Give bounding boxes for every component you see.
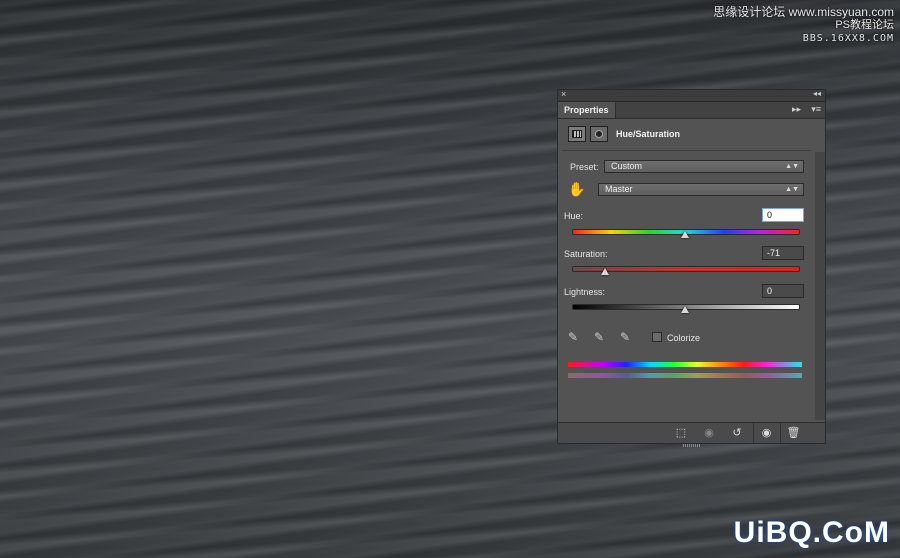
adjustment-layer-icon[interactable] [568, 126, 586, 142]
properties-panel: × ◂◂ Properties ▸▸ ▾≡ Hue/Saturation Pre… [557, 89, 826, 447]
hue-label: Hue: [564, 211, 584, 221]
adjustment-header: Hue/Saturation [568, 126, 818, 146]
lightness-label: Lightness: [564, 287, 606, 297]
channel-select[interactable]: Master ▲▼ [598, 183, 804, 196]
expand-panels-icon[interactable]: ▸▸ [792, 104, 801, 115]
hue-input[interactable]: 0 [762, 208, 804, 222]
panel-scrollbar[interactable] [815, 152, 825, 420]
view-previous-state-icon[interactable]: ◉ [696, 423, 722, 443]
eyedropper-plus-icon[interactable]: ✎ [594, 330, 604, 344]
mask-icon[interactable] [590, 126, 608, 142]
updown-arrow-icon: ▲▼ [785, 163, 799, 170]
input-color-bar [568, 362, 802, 367]
colorize-checkbox[interactable] [652, 332, 662, 342]
trash-icon[interactable]: 🗑 [780, 423, 806, 443]
targeted-adjustment-hand-icon[interactable]: ✋ [568, 181, 585, 198]
clip-to-layer-icon[interactable]: ⬚ [668, 423, 694, 443]
lightness-slider-thumb[interactable] [681, 306, 689, 313]
output-color-bar [568, 373, 802, 378]
eyedropper-icon[interactable]: ✎ [568, 330, 578, 344]
panel-bottom-toolbar: ⬚ ◉ ↺ ◉ 🗑 [558, 422, 825, 447]
adjustment-title: Hue/Saturation [616, 129, 681, 139]
visibility-eye-icon[interactable]: ◉ [753, 423, 779, 443]
close-icon[interactable]: × [561, 89, 566, 99]
lightness-input[interactable]: 0 [762, 284, 804, 298]
preset-value: Custom [611, 161, 643, 171]
panel-titlebar: × ◂◂ [558, 89, 825, 102]
updown-arrow-icon: ▲▼ [785, 186, 799, 193]
eyedropper-minus-icon[interactable]: ✎ [620, 330, 630, 344]
header-divider [562, 150, 811, 151]
reset-icon[interactable]: ↺ [724, 423, 750, 443]
collapse-icon[interactable]: ◂◂ [813, 89, 821, 98]
saturation-label: Saturation: [564, 249, 608, 259]
watermark-line3: BBS.16XX8.COM [802, 33, 894, 44]
watermark-top: 思缘设计论坛 www.missyuan.com PS教程论坛 BBS.16XX8… [713, 6, 894, 45]
preset-select[interactable]: Custom ▲▼ [604, 160, 804, 173]
hue-slider-thumb[interactable] [681, 231, 689, 238]
watermark-logo: UiBQ.CoM [733, 516, 890, 549]
resize-grip[interactable] [683, 444, 701, 447]
panel-menu-icon[interactable]: ▾≡ [811, 104, 821, 115]
colorize-label: Colorize [667, 333, 701, 343]
tab-properties[interactable]: Properties [558, 102, 616, 118]
preset-label: Preset: [570, 162, 599, 172]
saturation-input[interactable]: -71 [762, 246, 804, 260]
channel-value: Master [605, 184, 633, 194]
panel-tab-row: Properties ▸▸ ▾≡ [558, 102, 825, 119]
watermark-line1: 思缘设计论坛 www.missyuan.com [713, 5, 894, 19]
watermark-line2: PS教程论坛 [835, 19, 894, 31]
saturation-slider-thumb[interactable] [600, 268, 609, 275]
